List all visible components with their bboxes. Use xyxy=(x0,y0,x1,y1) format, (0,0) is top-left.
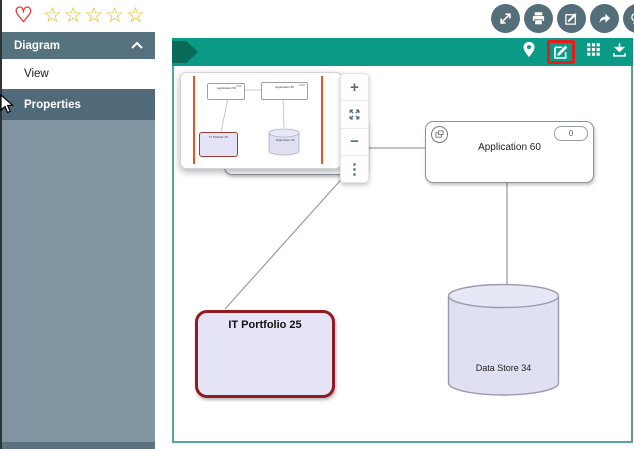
app-window: ♡ ☆☆☆☆☆ Diagram View Properties xyxy=(0,0,634,449)
minimap-node-label: IT Portfolio 25 xyxy=(209,136,228,139)
chevron-up-icon[interactable] xyxy=(131,40,143,52)
node-it-portfolio-25-label: IT Portfolio 25 xyxy=(198,319,332,331)
node-data-store-34-label: Data Store 34 xyxy=(447,363,560,373)
favorite-rating-bar: ♡ ☆☆☆☆☆ xyxy=(2,0,155,33)
minimap-node-label: Data Store 34 xyxy=(276,139,292,142)
sidebar-item-properties-label: Properties xyxy=(24,99,81,111)
location-pin-icon[interactable] xyxy=(522,41,536,63)
minimap-node-application-60: Application 60 xyxy=(261,82,308,100)
node-data-store-34[interactable]: Data Store 34 xyxy=(447,283,560,397)
fit-to-screen-button[interactable] xyxy=(341,101,368,128)
minimap-node-dots xyxy=(299,84,305,86)
expand-arrows-icon xyxy=(498,11,513,26)
minimap-node-it-portfolio-25: IT Portfolio 25 xyxy=(199,132,238,157)
node-application-60[interactable]: 0 Application 60 xyxy=(425,121,594,183)
rating-stars[interactable]: ☆☆☆☆☆ xyxy=(43,5,147,27)
mouse-cursor xyxy=(0,94,14,119)
edit-pencil-icon xyxy=(564,11,579,26)
sidebar-section-diagram[interactable]: Diagram xyxy=(2,32,155,59)
sidebar: ♡ ☆☆☆☆☆ Diagram View Properties xyxy=(2,0,155,449)
expand-button[interactable] xyxy=(491,4,520,33)
grid-icon[interactable] xyxy=(586,42,601,62)
comment-button[interactable] xyxy=(623,4,634,33)
diagram-toolbar xyxy=(172,38,633,66)
share-button[interactable] xyxy=(590,4,619,33)
edit-diagram-icon xyxy=(553,44,569,60)
diagram-canvas[interactable]: 0 Application 60 IT Portfolio 25 Data St… xyxy=(172,66,633,443)
minimap-node-application-50: Application 50 xyxy=(207,83,245,100)
diagram-viewer: 0 Application 60 IT Portfolio 25 Data St… xyxy=(172,38,633,443)
sidebar-item-properties[interactable]: Properties xyxy=(2,89,155,120)
cylinder-shape xyxy=(447,283,560,397)
node-badge: 0 xyxy=(554,126,588,141)
print-button[interactable] xyxy=(524,4,553,33)
zoom-in-button[interactable]: + xyxy=(341,74,368,101)
edit-button[interactable] xyxy=(557,4,586,33)
zoom-out-button[interactable]: − xyxy=(341,129,368,156)
sidebar-section-label: Diagram xyxy=(14,40,60,52)
favorite-heart-icon[interactable]: ♡ xyxy=(14,6,33,26)
sidebar-item-view[interactable]: View xyxy=(2,59,155,89)
edit-diagram-button-highlighted[interactable] xyxy=(547,40,575,64)
node-application-60-label: Application 60 xyxy=(426,142,593,153)
fit-to-screen-icon xyxy=(348,108,361,121)
download-icon[interactable] xyxy=(612,42,627,62)
application-type-icon xyxy=(431,126,448,143)
chat-bubble-icon xyxy=(630,11,634,26)
sidebar-bottom-bar xyxy=(2,442,155,449)
node-it-portfolio-25[interactable]: IT Portfolio 25 xyxy=(195,310,335,398)
minimap-node-dots xyxy=(236,85,242,87)
window-action-buttons xyxy=(491,4,634,33)
minimap-node-label: Application 60 xyxy=(273,86,296,89)
minimap[interactable]: Application 50 Application 60 IT Portfol… xyxy=(180,72,342,169)
printer-icon xyxy=(531,11,546,26)
sidebar-panel-background xyxy=(2,120,155,442)
toolbar-icons xyxy=(522,38,627,66)
share-arrow-icon xyxy=(597,11,612,26)
minimap-node-label: Application 50 xyxy=(217,87,235,90)
more-options-button[interactable]: ⋮ xyxy=(341,156,368,182)
sidebar-item-view-label: View xyxy=(24,68,49,80)
minimap-node-data-store-34: Data Store 34 xyxy=(268,128,300,156)
banner-arrow-icon[interactable] xyxy=(172,41,198,63)
zoom-controls: + − ⋮ xyxy=(340,73,369,183)
